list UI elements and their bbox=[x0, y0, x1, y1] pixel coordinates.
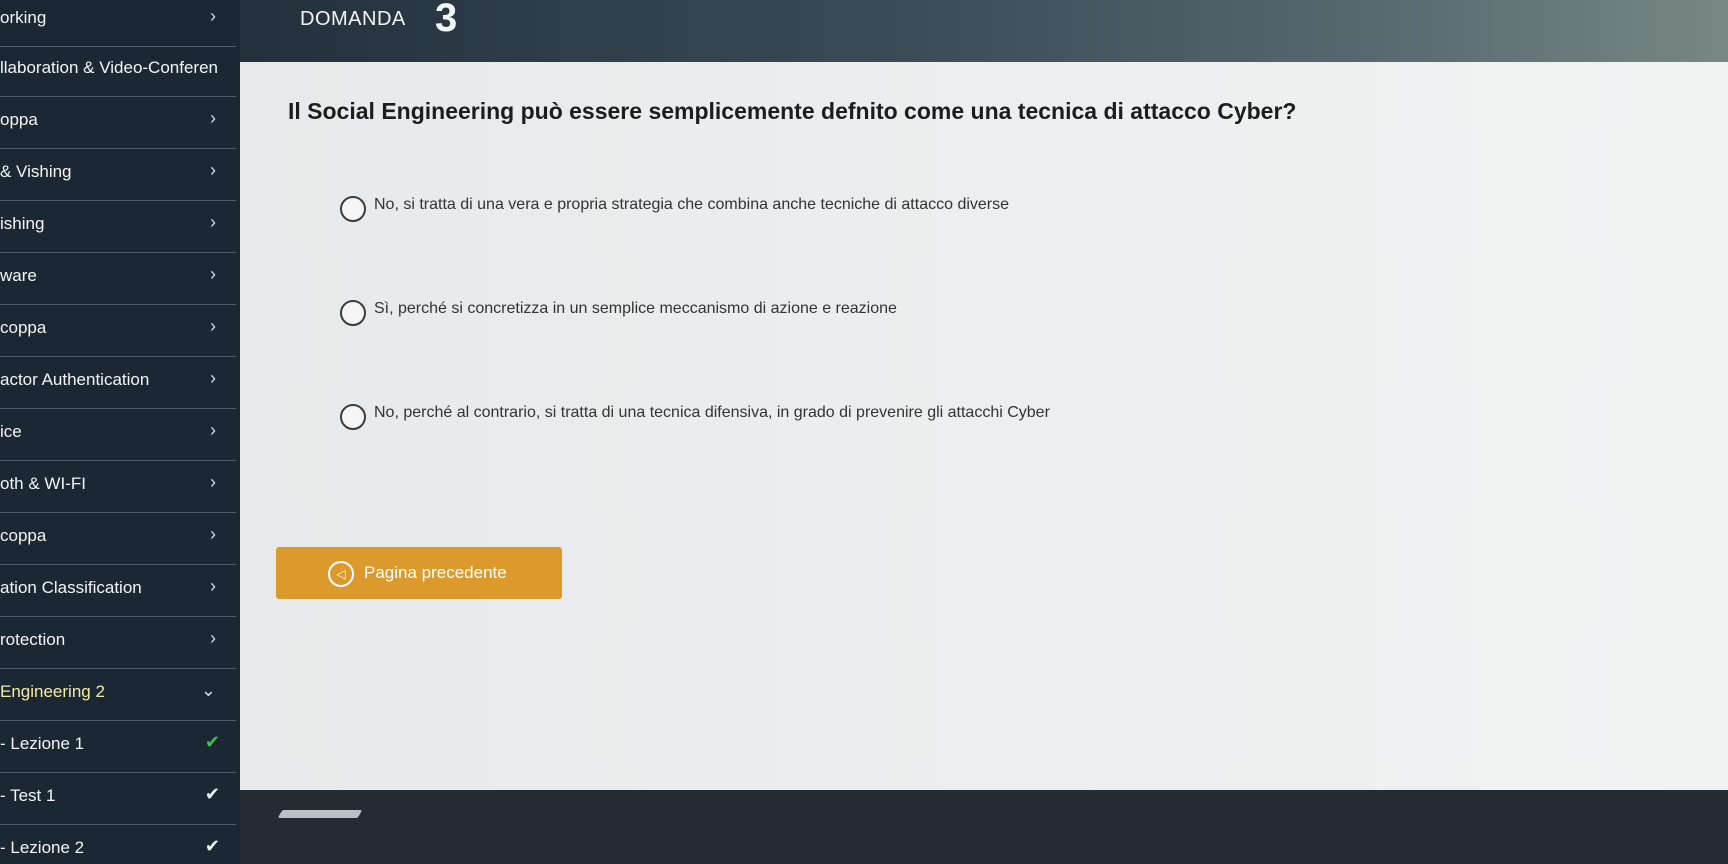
previous-page-button[interactable]: ◁ Pagina precedente bbox=[276, 547, 562, 599]
bottom-bar bbox=[240, 790, 1728, 864]
radio-button[interactable] bbox=[340, 404, 366, 430]
sidebar-item-label: coppa bbox=[0, 318, 47, 337]
chevron-right-icon: › bbox=[210, 524, 216, 544]
sidebar-item-verifica-1[interactable]: oppa › bbox=[0, 96, 236, 149]
sidebar-item-malware[interactable]: ware › bbox=[0, 252, 236, 305]
chevron-right-icon: › bbox=[210, 368, 216, 388]
sidebar-item-label: oth & WI-FI bbox=[0, 474, 86, 493]
question-label: DOMANDA bbox=[300, 8, 406, 30]
sidebar-item-classification[interactable]: ation Classification › bbox=[0, 564, 236, 617]
course-sidebar: orking › llaboration & Video-Conferen op… bbox=[0, 0, 240, 864]
sidebar-item-label: orking bbox=[0, 8, 47, 27]
chevron-right-icon: › bbox=[210, 628, 216, 648]
sidebar-item-label: - Lezione 1 bbox=[0, 734, 85, 753]
check-icon: ✔ bbox=[204, 732, 220, 752]
question-number: 3 bbox=[435, 0, 458, 40]
sidebar-item-collaboration[interactable]: llaboration & Video-Conferen bbox=[0, 44, 236, 97]
quiz-panel: Il Social Engineering può essere semplic… bbox=[240, 62, 1728, 802]
sidebar-item-label: - Lezione 2 bbox=[0, 838, 85, 857]
sidebar-item-label: ware bbox=[0, 266, 37, 285]
chevron-right-icon: › bbox=[210, 160, 216, 180]
sidebar-item-label: actor Authentication bbox=[0, 370, 150, 389]
chevron-down-icon: ⌄ bbox=[200, 680, 216, 700]
answer-text: Sì, perché si concretizza in un semplice… bbox=[374, 300, 897, 317]
chevron-right-icon: › bbox=[210, 212, 216, 232]
sidebar-item-bluetooth-wifi[interactable]: oth & WI-FI › bbox=[0, 460, 236, 513]
check-icon: ✔ bbox=[204, 836, 220, 856]
chevron-right-icon: › bbox=[210, 108, 216, 128]
sidebar-item-networking[interactable]: orking › bbox=[0, 0, 236, 47]
chevron-right-icon: › bbox=[210, 316, 216, 336]
radio-button[interactable] bbox=[340, 196, 366, 222]
bottom-logo-fragment bbox=[277, 810, 363, 818]
radio-button[interactable] bbox=[340, 300, 366, 326]
check-icon: ✔ bbox=[204, 784, 220, 804]
sidebar-item-label: - Test 1 bbox=[0, 786, 56, 805]
sidebar-item-label: Engineering 2 bbox=[0, 682, 105, 701]
sidebar-item-label: oppa bbox=[0, 110, 38, 129]
chevron-right-icon: › bbox=[210, 576, 216, 596]
sidebar-subitem-test-1[interactable]: - Test 1 ✔ bbox=[0, 772, 236, 825]
sidebar-item-label: llaboration & Video-Conferen bbox=[0, 58, 218, 77]
chevron-right-icon: › bbox=[210, 420, 216, 440]
sidebar-item-device[interactable]: ice › bbox=[0, 408, 236, 461]
answer-text: No, perché al contrario, si tratta di un… bbox=[374, 404, 1050, 421]
sidebar-item-label: ice bbox=[0, 422, 22, 441]
sidebar-item-vishing[interactable]: & Vishing › bbox=[0, 148, 236, 201]
chevron-right-icon: › bbox=[210, 264, 216, 284]
sidebar-item-label: rotection bbox=[0, 630, 66, 649]
sidebar-subitem-lezione-1[interactable]: - Lezione 1 ✔ bbox=[0, 720, 236, 773]
sidebar-item-phishing[interactable]: ishing › bbox=[0, 200, 236, 253]
chevron-right-icon: › bbox=[210, 472, 216, 492]
sidebar-item-label: ishing bbox=[0, 214, 45, 233]
sidebar-item-verifica-3[interactable]: coppa › bbox=[0, 512, 236, 565]
sidebar-item-verifica-2[interactable]: coppa › bbox=[0, 304, 236, 357]
question-text: Il Social Engineering può essere semplic… bbox=[288, 98, 1297, 124]
sidebar-item-label: & Vishing bbox=[0, 162, 72, 181]
previous-page-label: Pagina precedente bbox=[364, 563, 507, 582]
arrow-left-icon: ◁ bbox=[328, 561, 354, 587]
sidebar-item-social-engineering-2[interactable]: Engineering 2 ⌄ bbox=[0, 668, 236, 721]
question-header: DOMANDA 3 bbox=[240, 0, 1728, 70]
answer-text: No, si tratta di una vera e propria stra… bbox=[374, 196, 1010, 213]
chevron-right-icon: › bbox=[210, 6, 216, 26]
sidebar-subitem-lezione-2[interactable]: - Lezione 2 ✔ bbox=[0, 824, 236, 864]
sidebar-item-label: coppa bbox=[0, 526, 47, 545]
sidebar-item-multifactor[interactable]: actor Authentication › bbox=[0, 356, 236, 409]
sidebar-item-label: ation Classification bbox=[0, 578, 142, 597]
sidebar-item-protection[interactable]: rotection › bbox=[0, 616, 236, 669]
